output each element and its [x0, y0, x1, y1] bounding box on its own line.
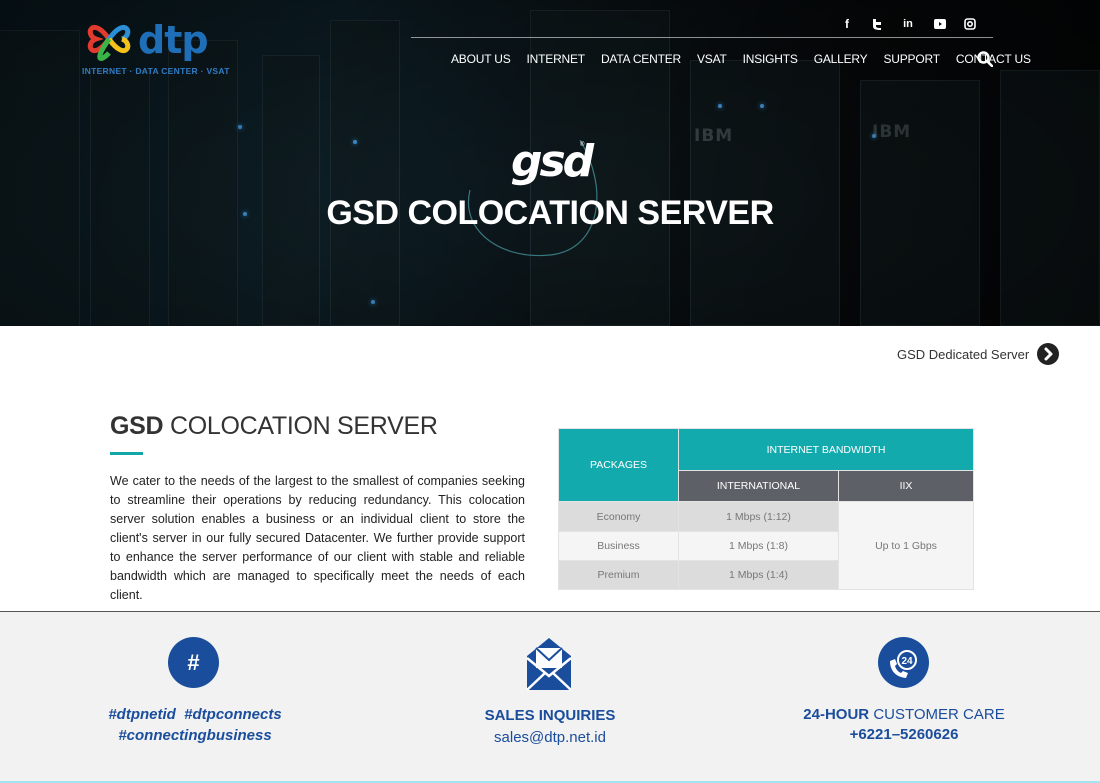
logo-emblem-icon: [87, 24, 131, 61]
trademark-mark: ®: [580, 142, 585, 148]
nav-vsat[interactable]: VSAT: [697, 52, 727, 66]
packages-header: PACKAGES: [558, 428, 679, 502]
customer-care-bold: 24-HOUR: [803, 706, 870, 723]
nav-internet[interactable]: INTERNET: [527, 52, 586, 66]
sales-email-link[interactable]: sales@dtp.net.id: [440, 729, 660, 746]
nav-support[interactable]: SUPPORT: [883, 52, 940, 66]
customer-care-title: 24-HOUR CUSTOMER CARE: [790, 706, 1018, 723]
package-name: Economy: [558, 501, 679, 532]
nav-data-center[interactable]: DATA CENTER: [601, 52, 681, 66]
nav-gallery[interactable]: GALLERY: [814, 52, 868, 66]
customer-care-rest: CUSTOMER CARE: [873, 706, 1005, 723]
svg-text:24: 24: [901, 656, 913, 667]
international-header: INTERNATIONAL: [678, 470, 839, 502]
table-row: Economy 1 Mbps (1:12) Up to 1 Gbps: [558, 501, 974, 590]
customer-care-phone[interactable]: +6221–5260626: [790, 726, 1018, 743]
twitter-icon[interactable]: [868, 16, 886, 32]
youtube-icon[interactable]: [931, 16, 949, 32]
envelope-icon: [526, 638, 572, 691]
international-value: 1 Mbps (1:8): [678, 531, 839, 561]
sales-inquiries-title: SALES INQUIRIES: [484, 707, 616, 724]
iix-header: IIX: [838, 470, 974, 502]
bandwidth-header: INTERNET BANDWIDTH: [678, 428, 974, 471]
package-name: Business: [558, 531, 679, 561]
linkedin-icon[interactable]: in: [899, 16, 917, 32]
next-product-link[interactable]: GSD Dedicated Server: [897, 347, 1029, 362]
international-value: 1 Mbps (1:4): [678, 560, 839, 590]
search-icon[interactable]: [977, 51, 993, 67]
title-underline: [110, 452, 143, 455]
section-title-rest: COLOCATION SERVER: [169, 412, 438, 440]
hashtags-line-2[interactable]: #connectingbusiness: [95, 725, 295, 746]
package-name: Premium: [558, 560, 679, 590]
logo-wordmark: dtp: [138, 18, 209, 62]
packages-table: PACKAGES INTERNET BANDWIDTH INTERNATIONA…: [558, 428, 974, 590]
facebook-icon[interactable]: f: [838, 16, 856, 32]
section-title: GSD COLOCATION SERVER: [110, 412, 438, 441]
hero-title: GSD COLOCATION SERVER: [326, 194, 774, 232]
dtp-logo[interactable]: dtp INTERNET · DATA CENTER · VSAT: [82, 13, 229, 79]
phone-24-icon: 24: [878, 637, 929, 688]
section-title-bold: GSD: [110, 412, 164, 440]
instagram-icon[interactable]: [961, 16, 979, 32]
logo-tagline: INTERNET · DATA CENTER · VSAT: [82, 66, 230, 76]
hashtag-icon: #: [168, 637, 219, 688]
main-nav: ABOUT US INTERNET DATA CENTER VSAT INSIG…: [451, 52, 1031, 66]
nav-contact-us[interactable]: CONTACT US: [956, 52, 1031, 66]
hero-decoration: [467, 139, 598, 257]
nav-insights[interactable]: INSIGHTS: [743, 52, 798, 66]
arrow-right-icon[interactable]: [1037, 343, 1059, 365]
hero-banner: IBM IBM dtp INTERNET · DATA CENTER · VSA…: [0, 0, 1100, 326]
iix-value: Up to 1 Gbps: [838, 501, 974, 590]
nav-about-us[interactable]: ABOUT US: [451, 52, 511, 66]
nav-divider: [411, 37, 993, 38]
section-description: We cater to the needs of the largest to …: [110, 474, 525, 602]
hashtags-line-1[interactable]: #dtpnetid #dtpconnects: [95, 704, 295, 725]
international-value: 1 Mbps (1:12): [678, 501, 839, 532]
hashtag-links: #dtpnetid #dtpconnects #connectingbusine…: [95, 704, 295, 746]
